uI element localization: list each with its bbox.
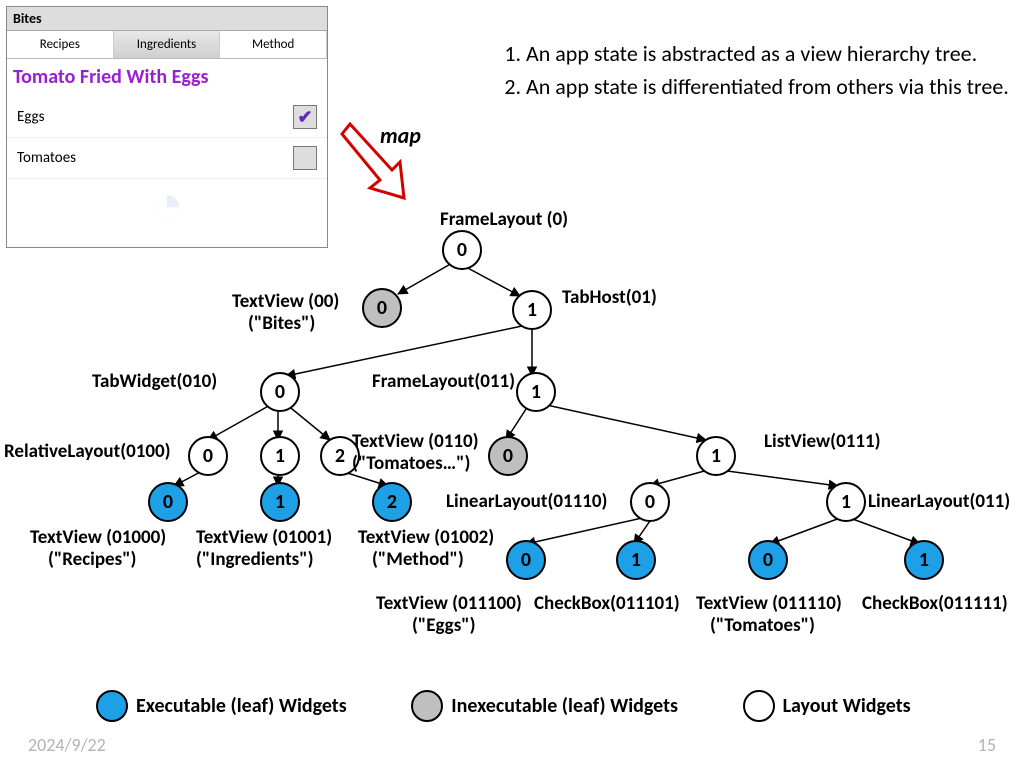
node-011111: 1 (904, 540, 944, 580)
recipe-title: Tomato Fried With Eggs (7, 59, 327, 97)
leaf-011110a: TextView (011110) (696, 592, 842, 615)
node-0110: 0 (488, 436, 528, 476)
node-011101: 1 (616, 540, 656, 580)
tab-ingredients[interactable]: Ingredients (114, 31, 221, 58)
leaf-01000a: TextView (01000) (30, 526, 166, 549)
node-label-010: TabWidget(010) (92, 370, 217, 393)
slide: Bites Recipes Ingredients Method Tomato … (0, 0, 1024, 768)
checkbox-eggs[interactable]: ✔ (293, 105, 317, 129)
node-00: 0 (362, 288, 402, 328)
leaf-01001a: TextView (01001) (196, 526, 332, 549)
android-watermark-icon: ◔ (7, 171, 327, 239)
explanation-text: An app state is abstracted as a view hie… (498, 40, 1009, 106)
tab-bar: Recipes Ingredients Method (7, 31, 327, 59)
node-label-0100: RelativeLayout(0100) (4, 440, 171, 463)
node-010: 0 (260, 372, 300, 412)
legend-exec: Executable (leaf) Widgets (96, 690, 347, 722)
map-arrow-icon (340, 116, 410, 206)
legend-noex-label: Inexecutable (leaf) Widgets (451, 694, 678, 718)
node-label-011: FrameLayout(011) (372, 370, 515, 393)
node-label-0110a: TextView (0110) (352, 430, 479, 453)
node-label-root: FrameLayout (0) (440, 208, 568, 231)
app-title: Bites (7, 7, 327, 31)
node-01000: 0 (148, 482, 188, 522)
node-label-0111: ListView(0111) (764, 430, 881, 453)
legend-exec-label: Executable (leaf) Widgets (136, 694, 347, 718)
tab-method[interactable]: Method (220, 31, 327, 58)
node-0101: 1 (260, 436, 300, 476)
node-label-01: TabHost(01) (562, 286, 657, 309)
legend-exec-icon (96, 690, 128, 722)
legend-layout-icon (743, 690, 775, 722)
node-0100: 0 (188, 436, 228, 476)
footer-page: 15 (978, 734, 996, 756)
node-01: 1 (512, 290, 552, 330)
footer-date: 2024/9/22 (28, 734, 106, 756)
legend-noex-icon (411, 690, 443, 722)
leaf-011101: CheckBox(011101) (534, 592, 680, 615)
node-0111: 1 (696, 436, 736, 476)
node-label-00a: TextView (00) (232, 290, 339, 313)
node-01002: 2 (372, 482, 412, 522)
row-label: Eggs (17, 108, 44, 126)
node-011100: 0 (506, 540, 546, 580)
list-item: Tomatoes (7, 138, 327, 179)
leaf-011100a: TextView (011100) (376, 592, 522, 615)
node-label-01110: LinearLayout(01110) (446, 490, 607, 513)
node-01111: 1 (826, 482, 866, 522)
app-screenshot: Bites Recipes Ingredients Method Tomato … (6, 6, 328, 248)
legend: Executable (leaf) Widgets Inexecutable (… (96, 690, 971, 728)
node-root: 0 (442, 230, 482, 270)
leaf-01002a: TextView (01002) (358, 526, 494, 549)
tab-recipes[interactable]: Recipes (7, 31, 114, 58)
list-item: Eggs ✔ (7, 97, 327, 138)
row-label: Tomatoes (17, 149, 76, 167)
node-01110: 0 (630, 482, 670, 522)
leaf-01001b: ("Ingredients") (196, 548, 314, 571)
leaf-01002b: ("Method") (372, 548, 464, 571)
node-label-0110b: ("Tomatoes…") (352, 452, 470, 475)
bullet-2: An app state is differentiated from othe… (526, 73, 1009, 100)
legend-layout: Layout Widgets (743, 690, 911, 722)
leaf-011100b: ("Eggs") (412, 614, 476, 637)
bullet-1: An app state is abstracted as a view hie… (526, 40, 1009, 67)
leaf-011110b: ("Tomatoes") (710, 614, 815, 637)
node-label-01111: LinearLayout(011) (868, 490, 1010, 513)
leaf-011111: CheckBox(011111) (862, 592, 1008, 615)
legend-noex: Inexecutable (leaf) Widgets (411, 690, 678, 722)
leaf-01000b: ("Recipes") (48, 548, 136, 571)
checkbox-tomatoes[interactable] (293, 146, 317, 170)
legend-layout-label: Layout Widgets (783, 694, 911, 718)
node-011: 1 (516, 372, 556, 412)
node-label-00b: ("Bites") (248, 312, 315, 335)
node-011110: 0 (748, 540, 788, 580)
node-01001: 1 (260, 482, 300, 522)
